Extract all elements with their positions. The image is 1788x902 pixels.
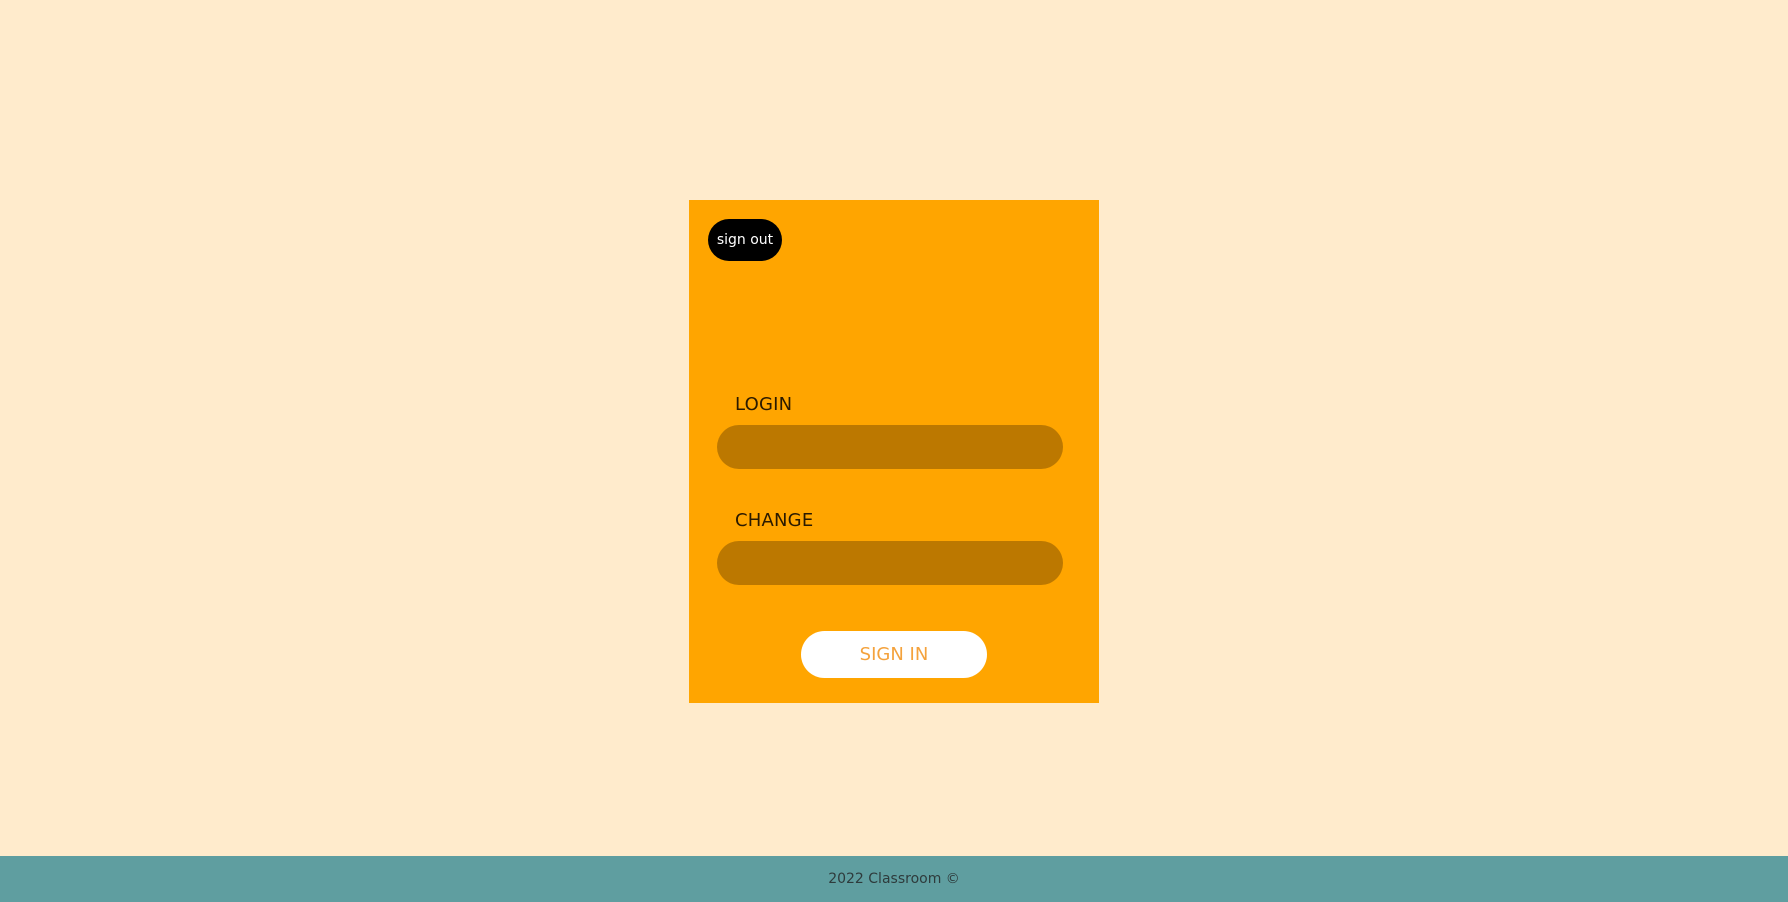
sign-out-button[interactable]: sign out xyxy=(708,219,782,261)
login-card: sign out LOGIN CHANGE SIGN IN xyxy=(689,200,1099,703)
change-label: CHANGE xyxy=(735,510,814,531)
login-label: LOGIN xyxy=(735,394,793,415)
footer: 2022 Classroom © xyxy=(0,856,1788,902)
change-input[interactable] xyxy=(717,541,1063,585)
sign-in-button[interactable]: SIGN IN xyxy=(801,631,987,678)
footer-copyright: 2022 Classroom © xyxy=(828,871,960,887)
login-input[interactable] xyxy=(717,425,1063,469)
